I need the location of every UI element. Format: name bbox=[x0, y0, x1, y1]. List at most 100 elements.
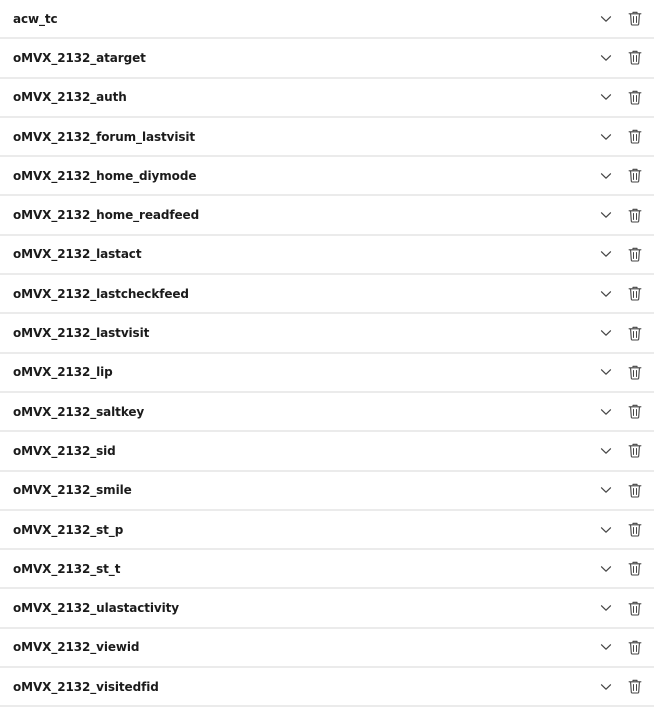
cookie-row[interactable]: oMVX_2132_smile bbox=[0, 472, 654, 511]
cookie-row[interactable]: oMVX_2132_ulastactivity bbox=[0, 589, 654, 629]
expand-button[interactable] bbox=[595, 479, 617, 501]
cookie-name: oMVX_2132_sid bbox=[13, 443, 116, 458]
expand-button[interactable] bbox=[595, 165, 617, 187]
trash-icon bbox=[628, 326, 642, 341]
delete-button[interactable] bbox=[624, 440, 646, 462]
cookie-row[interactable]: oMVX_2132_st_t bbox=[0, 550, 654, 590]
delete-button[interactable] bbox=[624, 322, 646, 344]
cookie-name: oMVX_2132_home_diymode bbox=[13, 168, 197, 183]
cookie-row[interactable]: oMVX_2132_lastcheckfeed bbox=[0, 275, 654, 315]
delete-button[interactable] bbox=[624, 636, 646, 658]
expand-button[interactable] bbox=[595, 283, 617, 305]
chevron-down-icon bbox=[600, 644, 612, 651]
chevron-down-icon bbox=[600, 487, 612, 494]
delete-button[interactable] bbox=[624, 283, 646, 305]
chevron-down-icon bbox=[600, 173, 612, 179]
expand-button[interactable] bbox=[595, 8, 617, 30]
chevron-down-icon bbox=[600, 290, 612, 297]
cookie-name: oMVX_2132_visitedfid bbox=[13, 679, 159, 694]
delete-button[interactable] bbox=[624, 361, 646, 383]
cookie-name: acw_tc bbox=[13, 11, 58, 26]
delete-button[interactable] bbox=[624, 204, 646, 226]
cookie-row[interactable]: acw_tc bbox=[0, 0, 654, 40]
expand-button[interactable] bbox=[595, 440, 617, 462]
cookie-name: oMVX_2132_saltkey bbox=[13, 404, 145, 419]
chevron-down-icon bbox=[600, 330, 612, 336]
cookie-name: oMVX_2132_forum_lastvisit bbox=[13, 129, 196, 144]
trash-icon bbox=[628, 247, 642, 262]
expand-button[interactable] bbox=[595, 322, 617, 344]
chevron-down-icon bbox=[600, 55, 612, 61]
trash-icon bbox=[628, 640, 642, 655]
trash-icon bbox=[628, 404, 642, 419]
expand-button[interactable] bbox=[595, 126, 617, 148]
cookie-name: oMVX_2132_st_t bbox=[13, 561, 121, 576]
cookie-row[interactable]: oMVX_2132_visitedfid bbox=[0, 668, 654, 708]
trash-icon bbox=[628, 365, 642, 380]
cookie-name: oMVX_2132_atarget bbox=[13, 50, 146, 65]
chevron-down-icon bbox=[600, 683, 612, 690]
trash-icon bbox=[628, 11, 642, 26]
chevron-down-icon bbox=[600, 448, 612, 454]
trash-icon bbox=[628, 601, 642, 616]
cookie-row[interactable]: oMVX_2132_lastvisit bbox=[0, 314, 654, 354]
cookie-name: oMVX_2132_smile bbox=[13, 483, 132, 498]
chevron-down-icon bbox=[600, 212, 612, 218]
delete-button[interactable] bbox=[624, 8, 646, 30]
cookie-name: oMVX_2132_home_readfeed bbox=[13, 208, 200, 223]
cookie-name: oMVX_2132_lastcheckfeed bbox=[13, 286, 189, 301]
cookie-row[interactable]: oMVX_2132_atarget bbox=[0, 39, 654, 79]
cookie-row[interactable]: oMVX_2132_forum_lastvisit bbox=[0, 118, 654, 158]
delete-button[interactable] bbox=[624, 558, 646, 580]
delete-button[interactable] bbox=[624, 479, 646, 501]
expand-button[interactable] bbox=[595, 47, 617, 69]
expand-button[interactable] bbox=[595, 676, 617, 698]
expand-button[interactable] bbox=[595, 597, 617, 619]
chevron-down-icon bbox=[600, 565, 612, 572]
delete-button[interactable] bbox=[624, 519, 646, 541]
cookie-row[interactable]: oMVX_2132_sid bbox=[0, 432, 654, 472]
trash-icon bbox=[628, 90, 642, 105]
chevron-down-icon bbox=[600, 526, 612, 533]
cookie-row[interactable]: oMVX_2132_st_p bbox=[0, 511, 654, 551]
chevron-down-icon bbox=[600, 15, 612, 22]
expand-button[interactable] bbox=[595, 204, 617, 226]
cookie-row[interactable]: oMVX_2132_home_readfeed bbox=[0, 196, 654, 236]
chevron-down-icon bbox=[600, 605, 612, 611]
expand-button[interactable] bbox=[595, 401, 617, 423]
cookie-row[interactable]: oMVX_2132_home_diymode bbox=[0, 157, 654, 197]
expand-button[interactable] bbox=[595, 558, 617, 580]
trash-icon bbox=[628, 679, 642, 694]
expand-button[interactable] bbox=[595, 361, 617, 383]
trash-icon bbox=[628, 129, 642, 144]
expand-button[interactable] bbox=[595, 636, 617, 658]
cookie-row[interactable]: oMVX_2132_auth bbox=[0, 79, 654, 118]
cookie-name: oMVX_2132_ulastactivity bbox=[13, 601, 180, 616]
delete-button[interactable] bbox=[624, 165, 646, 187]
delete-button[interactable] bbox=[624, 47, 646, 69]
delete-button[interactable] bbox=[624, 126, 646, 148]
trash-icon bbox=[628, 483, 642, 498]
chevron-down-icon bbox=[600, 369, 612, 376]
trash-icon bbox=[628, 169, 642, 183]
cookie-row[interactable]: oMVX_2132_lastact bbox=[0, 236, 654, 276]
trash-icon bbox=[628, 522, 642, 537]
delete-button[interactable] bbox=[624, 676, 646, 698]
trash-icon bbox=[628, 51, 642, 65]
cookie-row[interactable]: oMVX_2132_saltkey bbox=[0, 393, 654, 433]
delete-button[interactable] bbox=[624, 597, 646, 619]
cookie-name: oMVX_2132_lastact bbox=[13, 247, 142, 262]
delete-button[interactable] bbox=[624, 243, 646, 265]
cookie-name: oMVX_2132_lastvisit bbox=[13, 326, 150, 341]
delete-button[interactable] bbox=[624, 401, 646, 423]
cookie-name: oMVX_2132_st_p bbox=[13, 522, 124, 537]
cookie-name: oMVX_2132_lip bbox=[13, 365, 113, 380]
delete-button[interactable] bbox=[624, 86, 646, 108]
chevron-down-icon bbox=[600, 408, 612, 415]
expand-button[interactable] bbox=[595, 243, 617, 265]
expand-button[interactable] bbox=[595, 519, 617, 541]
cookie-row[interactable]: oMVX_2132_viewid bbox=[0, 629, 654, 669]
cookie-name: oMVX_2132_auth bbox=[13, 90, 127, 105]
cookie-row[interactable]: oMVX_2132_lip bbox=[0, 354, 654, 393]
expand-button[interactable] bbox=[595, 86, 617, 108]
